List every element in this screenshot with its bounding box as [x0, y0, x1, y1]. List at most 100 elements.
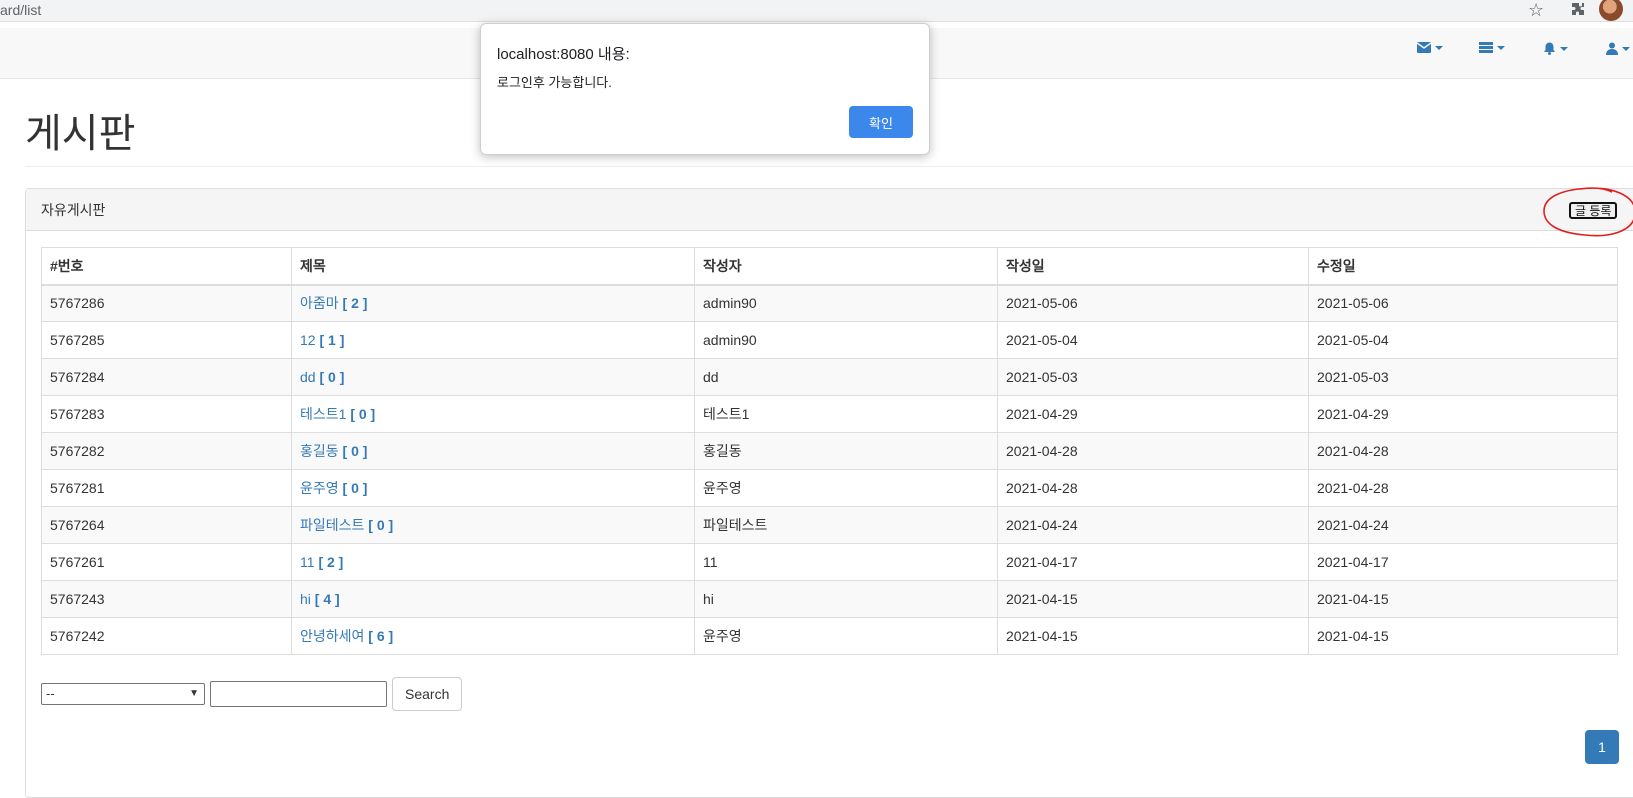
cell-updatedate: 2021-04-24 [1308, 506, 1618, 544]
cell-number: 5767284 [41, 358, 292, 396]
post-title-link[interactable]: 아줌마 [300, 295, 339, 311]
reply-count: [ 2 ] [342, 295, 368, 312]
cell-number: 5767264 [41, 506, 292, 544]
cell-writer: hi [694, 580, 998, 618]
register-post-button[interactable]: 글 등록 [1569, 202, 1618, 219]
post-title-link[interactable]: 윤주영 [300, 480, 339, 496]
reply-count: [ 4 ] [314, 591, 340, 607]
browser-address-bar[interactable]: ard/list ☆ [0, 0, 1633, 22]
cell-regdate: 2021-04-15 [997, 617, 1309, 655]
star-icon[interactable]: ☆ [1528, 0, 1544, 21]
table-header-row: #번호 제목 작성자 작성일 수정일 [41, 247, 1618, 286]
cell-updatedate: 2021-05-04 [1308, 321, 1618, 359]
cell-title: 테스트1 [ 0 ] [291, 395, 695, 433]
alerts-dropdown[interactable] [1543, 42, 1568, 55]
cell-regdate: 2021-05-03 [997, 358, 1309, 396]
cell-title: hi [ 4 ] [291, 580, 695, 618]
caret-down-icon [1560, 46, 1568, 51]
table-row: 5767242 안녕하세여 [ 6 ] 윤주영 2021-04-15 2021-… [41, 617, 1618, 655]
cell-regdate: 2021-04-29 [997, 395, 1309, 433]
search-button[interactable]: Search [392, 677, 463, 711]
col-header-regdate: 작성일 [997, 247, 1309, 286]
cell-writer: 테스트1 [694, 395, 998, 433]
url-text[interactable]: ard/list [0, 2, 41, 18]
post-title-link[interactable]: 안녕하세여 [300, 628, 364, 644]
caret-down-icon [1497, 45, 1505, 50]
table-row: 5767261 11 [ 2 ] 11 2021-04-17 2021-04-1… [41, 543, 1618, 581]
cell-number: 5767261 [41, 543, 292, 581]
table-row: 5767264 파일테스트 [ 0 ] 파일테스트 2021-04-24 202… [41, 506, 1618, 544]
post-title-link[interactable]: hi [300, 591, 311, 607]
col-header-updatedate: 수정일 [1308, 247, 1618, 286]
table-row: 5767284 dd [ 0 ] dd 2021-05-03 2021-05-0… [41, 358, 1618, 396]
cell-updatedate: 2021-04-15 [1308, 617, 1618, 655]
caret-down-icon [1622, 46, 1630, 51]
tasks-dropdown[interactable] [1479, 42, 1505, 53]
cell-title: 안녕하세여 [ 6 ] [291, 617, 695, 655]
post-title-link[interactable]: 11 [300, 554, 315, 570]
reply-count: [ 0 ] [319, 369, 345, 385]
cell-number: 5767286 [41, 284, 292, 322]
cell-writer: 11 [694, 543, 998, 581]
cell-number: 5767285 [41, 321, 292, 359]
cell-title: 11 [ 2 ] [291, 543, 695, 581]
alert-message: 로그인후 가능합니다. [497, 75, 612, 90]
cell-writer: 윤주영 [694, 617, 998, 655]
tasks-icon [1479, 42, 1493, 53]
cell-number: 5767242 [41, 617, 292, 655]
col-header-writer: 작성자 [694, 247, 998, 286]
profile-avatar[interactable] [1599, 0, 1623, 21]
cell-number: 5767283 [41, 395, 292, 433]
post-title-link[interactable]: 홍길동 [300, 443, 339, 459]
puzzle-icon[interactable] [1570, 1, 1586, 17]
cell-writer: 파일테스트 [694, 506, 998, 544]
cell-writer: 윤주영 [694, 469, 998, 507]
cell-updatedate: 2021-04-28 [1308, 469, 1618, 507]
table-row: 5767285 12 [ 1 ] admin90 2021-05-04 2021… [41, 321, 1618, 359]
cell-updatedate: 2021-04-17 [1308, 543, 1618, 581]
cell-title: 12 [ 1 ] [291, 321, 695, 359]
post-title-link[interactable]: 테스트1 [300, 406, 346, 422]
user-icon [1606, 42, 1618, 55]
bell-icon [1544, 42, 1555, 55]
reply-count: [ 6 ] [368, 628, 394, 644]
cell-updatedate: 2021-05-06 [1308, 284, 1618, 322]
cell-updatedate: 2021-04-29 [1308, 395, 1618, 433]
alert-dialog: localhost:8080 내용: 로그인후 가능합니다. 확인 [480, 23, 930, 155]
table-row: 5767286 아줌마 [ 2 ] admin90 2021-05-06 202… [41, 284, 1618, 322]
search-type-select[interactable]: -- ▼ [41, 683, 205, 705]
post-title-link[interactable]: dd [300, 369, 316, 385]
cell-regdate: 2021-04-24 [997, 506, 1309, 544]
search-type-value: -- [46, 686, 55, 701]
user-dropdown[interactable] [1606, 42, 1630, 55]
cell-title: 아줌마 [ 2 ] [291, 284, 695, 322]
cell-updatedate: 2021-04-28 [1308, 432, 1618, 470]
caret-down-icon [1435, 45, 1443, 50]
post-title-link[interactable]: 12 [300, 332, 316, 348]
cell-updatedate: 2021-04-15 [1308, 580, 1618, 618]
reply-count: [ 0 ] [342, 480, 368, 496]
pagination-page-1[interactable]: 1 [1585, 730, 1619, 764]
cell-updatedate: 2021-05-03 [1308, 358, 1618, 396]
panel-heading: 자유게시판 글 등록 [26, 187, 1633, 237]
cell-number: 5767282 [41, 432, 292, 470]
cell-title: 파일테스트 [ 0 ] [291, 506, 695, 544]
alert-ok-button[interactable]: 확인 [849, 106, 913, 138]
post-table: #번호 제목 작성자 작성일 수정일 5767286 아줌마 [ 2 ] adm… [41, 247, 1618, 655]
table-row: 5767243 hi [ 4 ] hi 2021-04-15 2021-04-1… [41, 580, 1618, 618]
col-header-number: #번호 [41, 247, 292, 286]
cell-writer: admin90 [694, 284, 998, 322]
search-keyword-input[interactable] [210, 681, 387, 707]
table-row: 5767283 테스트1 [ 0 ] 테스트1 2021-04-29 2021-… [41, 395, 1618, 433]
reply-count: [ 0 ] [368, 517, 394, 533]
cell-regdate: 2021-04-15 [997, 580, 1309, 618]
messages-dropdown[interactable] [1417, 42, 1443, 53]
col-header-title: 제목 [291, 247, 695, 286]
cell-regdate: 2021-05-04 [997, 321, 1309, 359]
board-panel: 자유게시판 글 등록 #번호 제목 작성자 작성일 수정일 5767286 아줌… [25, 187, 1633, 798]
cell-title: dd [ 0 ] [291, 358, 695, 396]
reply-count: [ 1 ] [319, 332, 345, 348]
post-title-link[interactable]: 파일테스트 [300, 517, 364, 533]
chevron-down-icon: ▼ [189, 688, 199, 699]
cell-writer: 홍길동 [694, 432, 998, 470]
